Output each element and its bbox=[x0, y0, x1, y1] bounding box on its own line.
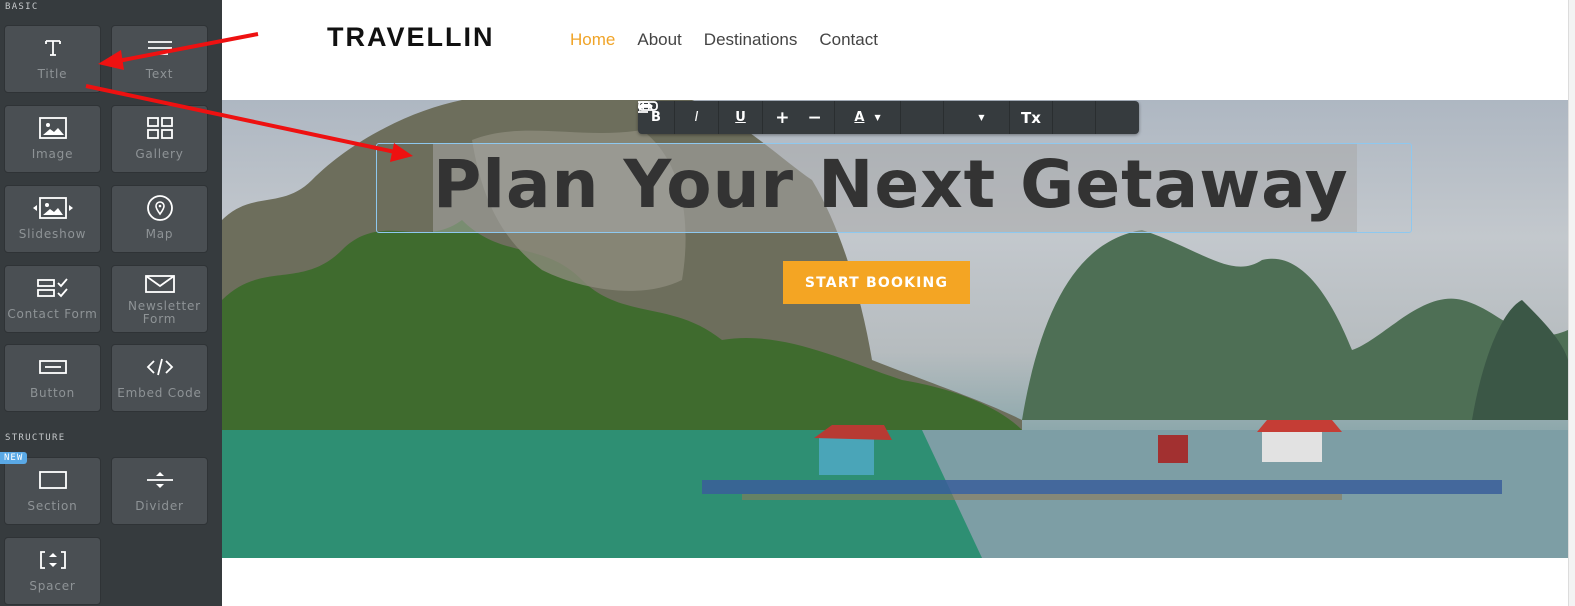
envelope-icon bbox=[112, 272, 207, 296]
link-button[interactable] bbox=[638, 101, 944, 134]
hero-section[interactable]: B I U + − A ▼ ▼ Tx Plan Your Next Getawa… bbox=[222, 100, 1568, 558]
tile-label: Divider bbox=[135, 499, 184, 513]
redo-icon bbox=[639, 102, 653, 112]
decrease-size-icon[interactable]: − bbox=[808, 108, 822, 128]
house-red bbox=[1158, 435, 1188, 463]
tile-contact-form[interactable]: Contact Form bbox=[4, 265, 101, 333]
site-canvas: TRAVELLIN Home About Destinations Contac… bbox=[222, 0, 1568, 606]
tile-button[interactable]: Button bbox=[4, 344, 101, 412]
tile-divider[interactable]: Divider bbox=[111, 457, 208, 525]
tile-label: Contact Form bbox=[7, 307, 98, 321]
tile-image[interactable]: Image bbox=[4, 105, 101, 173]
start-booking-button[interactable]: START BOOKING bbox=[783, 261, 970, 304]
tile-map[interactable]: Map bbox=[111, 185, 208, 253]
scrollbar[interactable] bbox=[1568, 0, 1575, 606]
caret-down-icon: ▼ bbox=[978, 113, 985, 122]
tile-label: Section bbox=[27, 499, 78, 513]
spacer-icon bbox=[5, 548, 100, 572]
divider-icon bbox=[112, 468, 207, 492]
tile-label: Embed Code bbox=[117, 386, 202, 400]
increase-size-icon[interactable]: + bbox=[775, 108, 789, 128]
nav-contact[interactable]: Contact bbox=[819, 30, 878, 50]
contact-form-icon bbox=[5, 276, 100, 300]
house-white bbox=[1262, 430, 1322, 462]
tile-label: Slideshow bbox=[18, 227, 87, 241]
image-icon bbox=[5, 116, 100, 140]
element-sidebar: BASIC Title Text Image Gallery Slideshow… bbox=[0, 0, 222, 606]
raft bbox=[702, 480, 1502, 494]
font-size-buttons: + − bbox=[763, 101, 835, 134]
text-color-button[interactable]: A ▼ bbox=[835, 101, 901, 134]
tile-label: Newsletter Form bbox=[128, 299, 201, 326]
undo-button[interactable] bbox=[639, 101, 1096, 134]
align-button[interactable]: ▼ bbox=[638, 101, 1010, 134]
nav-about[interactable]: About bbox=[637, 30, 681, 50]
redo-button[interactable] bbox=[639, 101, 1139, 134]
tile-gallery[interactable]: Gallery bbox=[111, 105, 208, 173]
house-blue bbox=[819, 435, 874, 475]
tile-spacer[interactable]: Spacer bbox=[4, 537, 101, 605]
tile-newsletter-form[interactable]: Newsletter Form bbox=[111, 265, 208, 333]
site-nav: Home About Destinations Contact bbox=[570, 30, 878, 50]
tile-text[interactable]: Text bbox=[111, 25, 208, 93]
hero-title[interactable]: Plan Your Next Getaway bbox=[433, 146, 1349, 223]
text-format-toolbar: B I U + − A ▼ ▼ Tx bbox=[638, 101, 1139, 134]
tile-slideshow[interactable]: Slideshow bbox=[4, 185, 101, 253]
clear-format-icon: Tx bbox=[1021, 108, 1041, 127]
section-icon bbox=[5, 468, 100, 492]
tile-label: Spacer bbox=[29, 579, 76, 593]
nav-destinations[interactable]: Destinations bbox=[704, 30, 798, 50]
text-icon bbox=[112, 36, 207, 60]
new-badge: NEW bbox=[0, 452, 28, 464]
tile-section[interactable]: Section bbox=[4, 457, 101, 525]
gallery-icon bbox=[112, 116, 207, 140]
tile-title[interactable]: Title bbox=[4, 25, 101, 93]
title-icon bbox=[5, 36, 100, 60]
underline-icon: U bbox=[735, 110, 746, 125]
editor-app: BASIC Title Text Image Gallery Slideshow… bbox=[0, 0, 1575, 606]
code-icon bbox=[112, 355, 207, 379]
underline-button[interactable]: U bbox=[719, 101, 763, 134]
tile-label: Gallery bbox=[135, 147, 184, 161]
slideshow-icon bbox=[5, 196, 100, 220]
tile-label: Button bbox=[30, 386, 75, 400]
tile-label: Image bbox=[31, 147, 74, 161]
nav-home[interactable]: Home bbox=[570, 30, 615, 50]
map-pin-icon bbox=[112, 195, 207, 221]
caret-down-icon: ▼ bbox=[874, 113, 881, 122]
clear-format-button[interactable]: Tx bbox=[1010, 101, 1053, 134]
text-color-icon: A bbox=[854, 110, 865, 125]
button-icon bbox=[5, 355, 100, 379]
italic-icon: I bbox=[694, 110, 699, 125]
site-logo[interactable]: TRAVELLIN bbox=[327, 22, 495, 53]
tile-label: Map bbox=[145, 227, 174, 241]
tile-embed-code[interactable]: Embed Code bbox=[111, 344, 208, 412]
tile-label: Title bbox=[37, 67, 68, 81]
italic-button[interactable]: I bbox=[675, 101, 719, 134]
section-label-structure: STRUCTURE bbox=[5, 433, 66, 443]
tile-label: Text bbox=[145, 67, 174, 81]
section-label-basic: BASIC bbox=[5, 2, 39, 12]
